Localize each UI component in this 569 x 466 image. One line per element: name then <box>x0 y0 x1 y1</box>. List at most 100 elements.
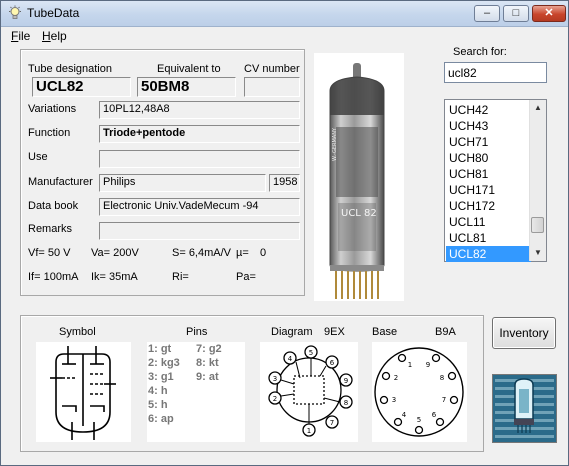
cv-number-label: CV number <box>244 63 300 75</box>
pin-entry: 2: kg3 <box>148 357 180 369</box>
function-label: Function <box>28 127 71 139</box>
param-vf: Vf= 50 V <box>28 247 71 259</box>
maximize-icon[interactable]: □ <box>503 5 529 22</box>
pin-diagram: 4 5 6 9 8 7 1 2 3 <box>260 342 358 442</box>
list-item[interactable]: UCH71 <box>446 134 531 150</box>
minimize-icon[interactable]: – <box>474 5 500 22</box>
list-item[interactable]: UCL11 <box>446 214 531 230</box>
tube-designation-label: Tube designation <box>28 63 112 75</box>
tube-logo-icon <box>492 374 557 443</box>
use-field <box>99 150 300 168</box>
svg-text:7: 7 <box>442 396 446 404</box>
tube-symbol <box>36 342 131 442</box>
param-mu-value: 0 <box>260 247 267 259</box>
search-label: Search for: <box>453 46 507 58</box>
base-code: B9A <box>435 326 456 338</box>
menu-file[interactable]: File <box>11 29 30 43</box>
svg-text:5: 5 <box>417 416 421 424</box>
param-if: If= 100mA <box>28 271 79 283</box>
tube-symbol-graphic <box>50 346 116 440</box>
main-window: TubeData – □ ✕ File Help Tube designatio… <box>0 0 569 466</box>
inventory-button[interactable]: Inventory <box>492 317 556 349</box>
svg-text:8: 8 <box>440 374 444 382</box>
close-icon[interactable]: ✕ <box>532 5 566 22</box>
tube-designation-field: UCL82 <box>32 77 131 97</box>
svg-text:4: 4 <box>288 355 293 363</box>
svg-text:4: 4 <box>402 411 407 419</box>
svg-text:1: 1 <box>408 361 412 369</box>
equivalent-field: 50BM8 <box>137 77 236 97</box>
base-label: Base <box>372 326 398 338</box>
svg-text:9: 9 <box>344 377 348 385</box>
title-bar[interactable]: TubeData – □ ✕ <box>1 1 568 27</box>
param-va: Va= 200V <box>91 247 139 259</box>
tube-photo-country: W.-GERMANY <box>332 127 338 161</box>
svg-text:9: 9 <box>426 361 430 369</box>
base-diagram-graphic: 1 9 8 7 6 5 43 2 <box>374 347 464 437</box>
base-diagram: 1 9 8 7 6 5 43 2 <box>372 342 467 442</box>
param-s: S= 6,4mA/V <box>172 247 232 259</box>
diagram-code: 9EX <box>324 326 345 338</box>
svg-text:3: 3 <box>273 375 277 383</box>
list-item[interactable]: UCH42 <box>446 102 531 118</box>
list-item[interactable]: UCH80 <box>446 150 531 166</box>
param-ri: Ri= <box>172 271 189 283</box>
tube-photo: W.-GERMANY UCL 82 <box>314 53 404 301</box>
function-field: Triode+pentode <box>99 125 300 143</box>
remarks-field <box>99 222 300 240</box>
window-title: TubeData <box>27 6 80 20</box>
list-item[interactable]: UCH43 <box>446 118 531 134</box>
tube-listbox[interactable]: UCH42 UCH43 UCH71 UCH80 UCH81 UCH171 UCH… <box>444 99 547 262</box>
list-scrollbar[interactable]: ▲ ▼ <box>529 100 546 261</box>
pin-entry: 5: h <box>148 399 168 411</box>
list-item[interactable]: UCL81 <box>446 230 531 246</box>
use-label: Use <box>28 151 48 163</box>
menu-bar: File Help <box>1 27 568 45</box>
search-input[interactable] <box>444 62 547 83</box>
svg-text:3: 3 <box>392 396 396 404</box>
variations-field: 10PL12,48A8 <box>99 101 300 119</box>
scroll-thumb[interactable] <box>531 217 544 233</box>
scroll-up-icon[interactable]: ▲ <box>530 100 546 116</box>
menu-help[interactable]: Help <box>42 29 67 43</box>
pins-label: Pins <box>186 326 208 338</box>
pin-entry: 3: g1 <box>148 371 174 383</box>
svg-text:8: 8 <box>344 399 348 407</box>
list-item-selected[interactable]: UCL82 <box>446 246 531 262</box>
pin-entry: 6: ap <box>148 413 174 425</box>
tube-photo-label: UCL 82 <box>341 208 377 219</box>
tube-photo-graphic: W.-GERMANY UCL 82 <box>329 63 385 299</box>
pin-entry: 8: kt <box>196 357 219 369</box>
list-item[interactable]: UCH81 <box>446 166 531 182</box>
list-item[interactable]: UCH172 <box>446 198 531 214</box>
param-pa: Pa= <box>236 271 256 283</box>
param-mu: µ= <box>236 247 249 259</box>
svg-text:6: 6 <box>330 359 335 367</box>
pin-entry: 4: h <box>148 385 168 397</box>
equivalent-to-label: Equivalent to <box>157 63 221 75</box>
svg-text:5: 5 <box>309 349 313 357</box>
symbol-label: Symbol <box>59 326 96 338</box>
pin-entry: 7: g2 <box>196 343 222 355</box>
svg-text:2: 2 <box>394 374 398 382</box>
data-book-field: Electronic Univ.VadeMecum -94 <box>99 198 300 216</box>
pin-entry: 1: gt <box>148 343 172 355</box>
list-item[interactable]: UCH171 <box>446 182 531 198</box>
pins-panel: 1: gt 2: kg3 3: g1 4: h 5: h 6: ap 7: g2… <box>147 342 245 442</box>
diagram-label: Diagram <box>271 326 313 338</box>
svg-text:7: 7 <box>330 419 334 427</box>
cv-number-field <box>244 77 300 97</box>
manufacturer-label: Manufacturer <box>28 176 93 188</box>
svg-text:1: 1 <box>307 427 311 435</box>
svg-text:2: 2 <box>273 395 277 403</box>
lightbulb-icon <box>9 5 21 19</box>
variations-label: Variations <box>28 103 77 115</box>
pin-diagram-graphic: 4 5 6 9 8 7 1 2 3 <box>268 345 353 437</box>
pin-entry: 9: at <box>196 371 219 383</box>
param-ik: Ik= 35mA <box>91 271 138 283</box>
remarks-label: Remarks <box>28 223 73 235</box>
scroll-down-icon[interactable]: ▼ <box>530 245 546 261</box>
tube-logo-graphic <box>493 375 556 442</box>
svg-text:6: 6 <box>432 411 437 419</box>
manufacturer-field: Philips <box>99 174 266 192</box>
